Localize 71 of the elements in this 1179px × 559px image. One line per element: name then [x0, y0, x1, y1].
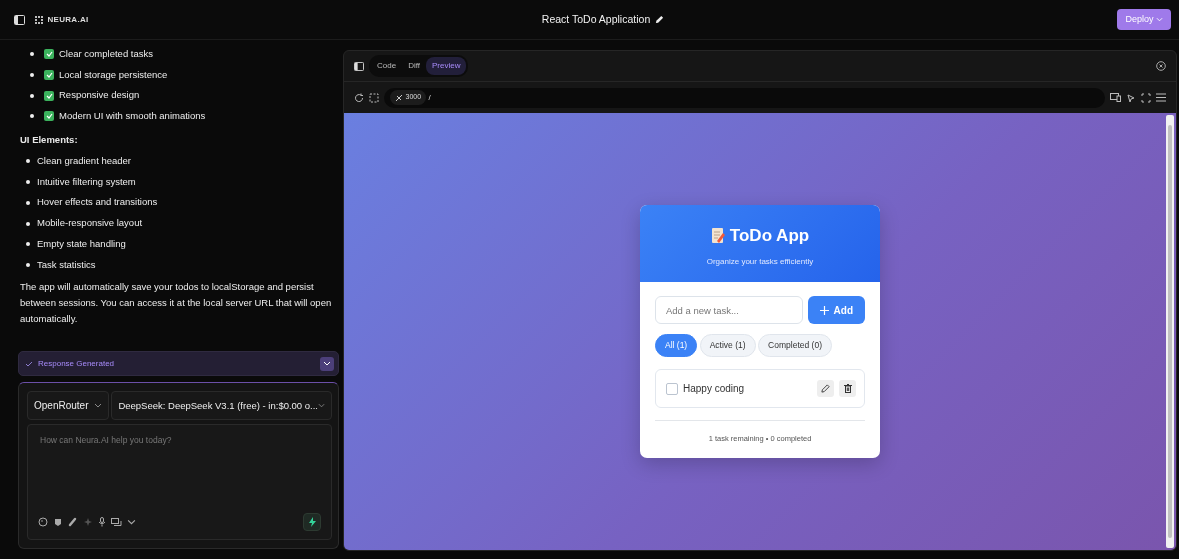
task-text: Happy coding: [683, 382, 746, 396]
chevron-down-icon: [93, 403, 102, 409]
bullet-icon: [30, 93, 34, 98]
sidebar-toggle-icon[interactable]: [354, 61, 364, 71]
bullet-icon: [30, 52, 34, 57]
list-item-text: Mobile-responsive layout: [37, 216, 143, 231]
bullet-icon: [26, 262, 30, 267]
project-title: React ToDo Application: [541, 11, 651, 27]
edit-button[interactable]: [817, 380, 834, 397]
pencil-icon: [821, 384, 830, 393]
bullet-icon: [26, 200, 30, 205]
url-path: /: [428, 91, 431, 104]
microphone-icon[interactable]: [98, 517, 106, 528]
app-subtitle: Organize your tasks efficiently: [705, 256, 815, 269]
list-item-text: Empty state handling: [37, 236, 126, 251]
bullet-icon: [30, 114, 34, 119]
view-tab[interactable]: Code: [371, 57, 403, 75]
filter-tab[interactable]: All (1): [655, 334, 698, 357]
logo-icon: [35, 15, 45, 24]
task-input[interactable]: Add a new task...: [655, 296, 803, 325]
delete-button[interactable]: [839, 380, 856, 397]
chevron-down-icon[interactable]: [127, 519, 136, 526]
task-checkbox[interactable]: [666, 382, 678, 395]
bullet-icon: [30, 73, 34, 78]
filter-tab[interactable]: Active (1): [699, 334, 756, 357]
sparkle-icon[interactable]: [83, 517, 93, 528]
reload-icon[interactable]: [354, 92, 364, 103]
logo-text: NEURA.AI: [47, 13, 89, 26]
sidebar-toggle-icon[interactable]: [14, 14, 25, 25]
plus-icon: [819, 305, 829, 315]
list-item-text: Hover effects and transitions: [37, 195, 158, 210]
trash-icon: [843, 384, 852, 393]
view-tab[interactable]: Diff: [402, 57, 426, 75]
list-item-text: Responsive design: [59, 88, 140, 103]
view-tab[interactable]: Preview: [426, 57, 467, 75]
list-item-text: Task statistics: [37, 257, 96, 272]
list-item-text: Clean gradient header: [37, 154, 131, 169]
select-area-icon[interactable]: [369, 92, 379, 103]
devices-icon[interactable]: [1110, 93, 1121, 102]
palette-icon[interactable]: [38, 517, 48, 528]
model-select[interactable]: DeepSeek: DeepSeek V3.1 (free) - in:$0.00 o...: [111, 391, 332, 421]
chat-icon[interactable]: [111, 517, 122, 528]
prompt-input[interactable]: How can Neura.AI help you today?: [38, 433, 321, 449]
list-item-text: Modern UI with smooth animations: [59, 109, 206, 124]
bullet-icon: [26, 242, 30, 247]
provider-select[interactable]: OpenRouter: [27, 391, 109, 421]
bolt-icon: [307, 517, 317, 528]
pointer-icon[interactable]: [1126, 92, 1136, 103]
summary-paragraph: The app will automatically save your todos to localStorage and persist between sessions. You can access it at the local server URL that will open automatically.: [20, 280, 333, 327]
section-heading: UI Elements:: [20, 132, 79, 147]
status-text: Response Generated: [38, 357, 116, 370]
fullscreen-icon[interactable]: [1141, 92, 1151, 103]
expand-icon[interactable]: [320, 356, 334, 371]
add-button[interactable]: Add: [807, 296, 865, 325]
list-item-text: Clear completed tasks: [59, 47, 153, 61]
check-icon: [25, 360, 33, 367]
pencil-icon[interactable]: [655, 15, 665, 24]
memo-icon: [710, 227, 725, 244]
list-item-text: Local storage persistence: [59, 67, 168, 82]
menu-icon[interactable]: [1156, 93, 1166, 102]
app-title: ToDo App: [729, 224, 810, 247]
bullet-icon: [26, 180, 30, 185]
list-item-text: Intuitive filtering system: [37, 174, 136, 189]
chevron-down-icon: [318, 403, 325, 409]
close-icon[interactable]: [1156, 61, 1166, 71]
bullet-icon: [26, 159, 30, 164]
scrollbar[interactable]: [1166, 115, 1174, 548]
filter-tab[interactable]: Completed (0): [758, 334, 832, 357]
bullet-icon: [26, 221, 30, 226]
send-button[interactable]: [303, 513, 321, 532]
chevron-down-icon: [1156, 17, 1163, 22]
